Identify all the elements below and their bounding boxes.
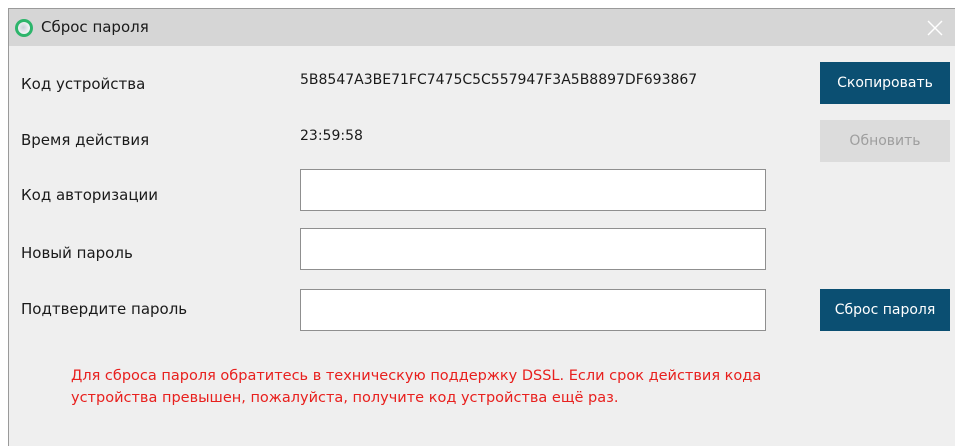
device-code-label: Код устройства (21, 75, 146, 93)
title-bar[interactable]: Сброс пароля (9, 9, 955, 46)
auth-code-label: Код авторизации (21, 186, 159, 204)
close-icon[interactable] (926, 19, 944, 37)
app-logo-icon (15, 19, 33, 37)
new-password-input[interactable] (300, 228, 766, 270)
dialog-title: Сброс пароля (41, 18, 149, 36)
auth-code-input[interactable] (300, 169, 766, 211)
new-password-label: Новый пароль (21, 244, 133, 262)
validity-label: Время действия (21, 131, 150, 149)
copy-button[interactable]: Скопировать (820, 62, 950, 104)
device-code-value: 5B8547A3BE71FC7475C5C557947F3A5B8897DF69… (300, 72, 698, 88)
reset-password-button[interactable]: Сброс пароля (820, 289, 950, 331)
support-notice: Для сброса пароля обратитесь в техническ… (71, 365, 891, 409)
reset-password-dialog: Сброс пароля Код устройства 5B8547A3BE71… (8, 8, 955, 446)
support-notice-line-2: устройства превышен, пожалуйста, получит… (71, 390, 619, 406)
validity-value: 23:59:58 (300, 128, 363, 144)
refresh-button[interactable]: Обновить (820, 120, 950, 162)
support-notice-line-1: Для сброса пароля обратитесь в техническ… (71, 368, 762, 384)
confirm-password-input[interactable] (300, 289, 766, 331)
confirm-password-label: Подтвердите пароль (21, 300, 188, 318)
